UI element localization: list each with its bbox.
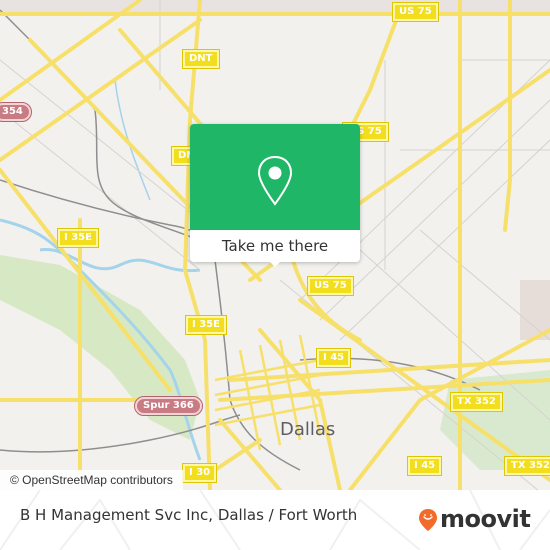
map-pin-icon	[257, 155, 293, 206]
road-shield-i45: I 45	[315, 348, 352, 368]
road-shield-i45: I 45	[406, 456, 443, 476]
road-shield-i30: I 30	[181, 463, 218, 483]
city-label-dallas: Dallas	[280, 419, 336, 440]
popup-pointer	[266, 258, 284, 267]
location-popup: Take me there	[190, 124, 360, 267]
footer-bar: B H Management Svc Inc, Dallas / Fort Wo…	[0, 490, 550, 550]
place-title: B H Management Svc Inc, Dallas / Fort Wo…	[20, 506, 358, 524]
moovit-smile-pin-icon	[419, 509, 437, 531]
map-attribution[interactable]: © OpenStreetMap contributors	[0, 470, 183, 490]
road-shield-tx352: TX 352	[504, 456, 550, 476]
popup-header	[190, 124, 360, 230]
road-shield-i35e: I 35E	[185, 315, 227, 335]
road-shield-tx352: TX 352	[450, 392, 503, 412]
road-shield-us75: US 75	[307, 276, 354, 296]
road-shield-i35e: I 35E	[57, 228, 99, 248]
urban-area	[0, 0, 550, 12]
road-shield-dnt: DNT	[182, 49, 220, 69]
map-view[interactable]: US 75 DNT 354 US 75 DNT I 35E US 75 I 35…	[0, 0, 550, 490]
moovit-wordmark: moovit	[440, 505, 531, 533]
road-shield-354: 354	[0, 102, 32, 122]
road-shield-spur366: Spur 366	[134, 396, 203, 416]
creek	[114, 79, 151, 201]
road-shield-us75: US 75	[392, 2, 439, 22]
